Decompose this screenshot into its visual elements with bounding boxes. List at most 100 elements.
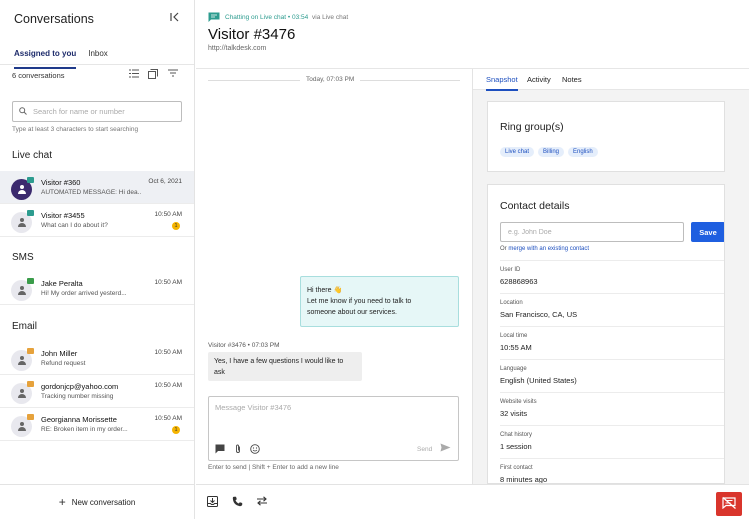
conversation-time: 10:50 AM: [154, 349, 182, 356]
field-label: Local time: [500, 333, 528, 339]
conversation-item-gordonjcp[interactable]: gordonjcp@yahoo.com Tracking number miss…: [0, 375, 194, 408]
merge-contact-link[interactable]: merge with an existing contact: [508, 246, 589, 252]
field-value: San Francisco, CA, US: [500, 310, 578, 319]
avatar: [11, 210, 34, 233]
message-input[interactable]: [215, 403, 445, 419]
conversation-name: gordonjcp@yahoo.com: [41, 382, 119, 391]
conversation-name: Jake Peralta: [41, 279, 83, 288]
conversation-panel: Today, 07:03 PM Hi there 👋 Let me know i…: [196, 69, 472, 484]
tab-inbox[interactable]: Inbox: [88, 49, 108, 65]
avatar: [11, 414, 34, 437]
details-panel: Snapshot Activity Notes Ring group(s) Li…: [472, 69, 749, 484]
field-value: 10:55 AM: [500, 343, 532, 352]
avatar: [11, 177, 34, 200]
ring-groups-card: Ring group(s) Live chat Billing English: [487, 101, 725, 172]
send-label[interactable]: Send: [417, 446, 432, 453]
field-value: 1 session: [500, 442, 532, 451]
incoming-message-meta: Visitor #3476 • 07:03 PM: [208, 342, 280, 349]
field-location: Location San Francisco, CA, US: [500, 293, 724, 326]
chat-channel-via: via Live chat: [312, 14, 349, 21]
field-first-contact: First contact 8 minutes ago: [500, 458, 724, 484]
contact-name-input[interactable]: [500, 222, 684, 242]
details-tabs: Snapshot Activity Notes: [473, 69, 749, 91]
ring-group-chip: Live chat: [500, 147, 535, 157]
canned-responses-icon[interactable]: [215, 444, 225, 456]
conversation-item-visitor-360[interactable]: Visitor #360 AUTOMATED MESSAGE: Hi dea..…: [0, 171, 194, 204]
field-label: Location: [500, 300, 523, 306]
new-conversation-button[interactable]: + New conversation: [0, 484, 194, 519]
field-value: 32 visits: [500, 409, 528, 418]
sidebar-tabs: Assigned to you Inbox: [14, 49, 108, 69]
conversation-time: 10:50 AM: [154, 211, 182, 218]
conversation-time: 10:50 AM: [154, 279, 182, 286]
conversation-preview: Tracking number missing: [41, 393, 114, 400]
unread-badge: 1: [172, 222, 180, 230]
unread-badge: 1: [172, 426, 180, 434]
conversation-item-visitor-3455[interactable]: Visitor #3455 What can I do about it? 10…: [0, 204, 194, 237]
section-sms: SMS: [12, 252, 34, 263]
swap-icon[interactable]: [256, 496, 268, 509]
tab-activity[interactable]: Activity: [527, 75, 551, 84]
end-chat-button[interactable]: [716, 492, 742, 516]
search-input[interactable]: [33, 107, 173, 116]
save-button[interactable]: Save: [691, 222, 724, 242]
tab-snapshot[interactable]: Snapshot: [486, 75, 518, 91]
message-line: Hi there 👋: [307, 287, 343, 294]
field-label: Chat history: [500, 432, 533, 438]
filter-icon[interactable]: [168, 69, 178, 79]
attachment-icon[interactable]: [234, 444, 242, 456]
sidebar-title: Conversations: [14, 12, 94, 26]
email-channel-icon: [27, 348, 34, 354]
conversation-footer: [196, 484, 749, 519]
conversation-preview: Refund request: [41, 360, 86, 367]
ring-groups-title: Ring group(s): [500, 121, 564, 133]
avatar: [11, 381, 34, 404]
tab-assigned-to-you[interactable]: Assigned to you: [14, 49, 77, 69]
conversation-preview: What can I do about it?: [41, 222, 108, 229]
search-field: [12, 101, 182, 122]
conversation-name: Visitor #360: [41, 178, 81, 187]
conversation-preview: Hi! My order arrived yesterd...: [41, 290, 127, 297]
emoji-icon[interactable]: [250, 444, 260, 456]
send-icon[interactable]: [440, 443, 451, 455]
field-user-id: User ID 628868963: [500, 260, 724, 293]
field-local-time: Local time 10:55 AM: [500, 326, 724, 359]
conversation-count: 6 conversations: [12, 71, 65, 80]
message-line: someone about our services.: [307, 309, 397, 316]
conversation-item-jake-peralta[interactable]: Jake Peralta Hi! My order arrived yester…: [0, 272, 194, 305]
field-label: Language: [500, 366, 527, 372]
live-chat-icon: [208, 12, 220, 23]
tabs-divider: [0, 64, 194, 65]
page-title: Visitor #3476: [208, 26, 296, 43]
conversation-time: Oct 6, 2021: [148, 178, 182, 185]
list-view-icon[interactable]: [129, 69, 139, 80]
conversation-item-georgianna-morissette[interactable]: Georgianna Morissette RE: Broken item in…: [0, 408, 194, 441]
chat-status: Chatting on Live chat • 03:54: [225, 14, 309, 21]
field-chat-history: Chat history 1 session: [500, 425, 724, 458]
tab-notes[interactable]: Notes: [562, 75, 582, 84]
new-conversation-label: New conversation: [71, 497, 136, 507]
group-view-icon[interactable]: [148, 69, 158, 81]
day-label: Today, 07:03 PM: [300, 76, 361, 83]
field-label: User ID: [500, 267, 521, 273]
email-channel-icon: [27, 414, 34, 420]
field-value: English (United States): [500, 376, 577, 385]
phone-icon[interactable]: [232, 496, 243, 510]
section-live-chat: Live chat: [12, 150, 53, 161]
conversation-time: 10:50 AM: [154, 382, 182, 389]
end-chat-icon: [722, 497, 736, 511]
conversation-name: John Miller: [41, 349, 78, 358]
conversations-sidebar: Conversations Assigned to you Inbox 6 co…: [0, 0, 195, 519]
conversation-item-john-miller[interactable]: John Miller Refund request 10:50 AM: [0, 342, 194, 375]
field-value: 8 minutes ago: [500, 475, 548, 484]
message-composer: Send: [208, 396, 459, 461]
collapse-left-icon[interactable]: [170, 12, 180, 25]
merge-contact-text: Or merge with an existing contact: [500, 246, 589, 252]
incoming-message: Yes, I have a few questions I would like…: [208, 352, 362, 381]
field-value: 628868963: [500, 277, 538, 286]
avatar: [11, 348, 34, 371]
section-email: Email: [12, 321, 38, 332]
transfer-inbox-icon[interactable]: [207, 496, 218, 510]
contact-details-title: Contact details: [500, 200, 570, 212]
field-language: Language English (United States): [500, 359, 724, 392]
